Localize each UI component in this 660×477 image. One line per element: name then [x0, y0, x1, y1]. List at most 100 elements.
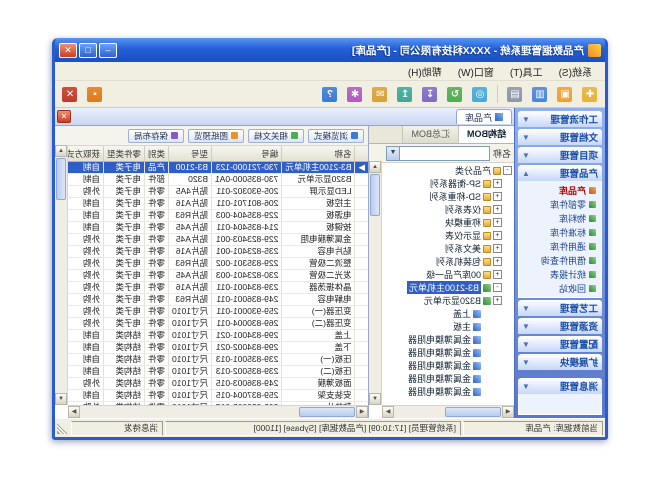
tree-node[interactable]: 金属薄膜电阻器: [383, 359, 512, 372]
resize-grip[interactable]: [57, 422, 69, 434]
tree-node[interactable]: 上盖: [383, 307, 512, 320]
sidebar-group-header-process[interactable]: 工艺管理▼: [518, 300, 602, 316]
tree-node[interactable]: +SD-称重系列: [383, 190, 512, 203]
table-row[interactable]: 整流二极管229-835301-002贴片R63零件电子类外购: [68, 258, 368, 270]
chevron-down-icon[interactable]: ▼: [522, 322, 530, 331]
scroll-up-icon[interactable]: ▲: [55, 145, 67, 157]
bom-tab-1[interactable]: 汇总BOM: [402, 126, 458, 143]
message-button[interactable]: ✉: [369, 83, 391, 105]
sidebar-group-header-config[interactable]: 配置管理▼: [518, 336, 602, 352]
import-button[interactable]: ↧: [419, 83, 441, 105]
expand-icon[interactable]: +: [493, 218, 502, 227]
table-row[interactable]: 晶体振荡器239-834001-011贴片A16零件电子类外购: [68, 282, 368, 294]
chevron-down-icon[interactable]: ▼: [522, 358, 530, 367]
chevron-up-icon[interactable]: ▲: [522, 169, 530, 178]
column-header[interactable]: 型号: [169, 146, 212, 162]
minimize-button[interactable]: –: [99, 43, 117, 58]
expand-icon[interactable]: +: [493, 192, 502, 201]
related-docs-button[interactable]: 相关文档: [248, 129, 304, 143]
tree-node[interactable]: +显示仪表: [383, 229, 512, 242]
scroll-right-icon[interactable]: ▶: [68, 406, 80, 418]
filter-combo[interactable]: ▼: [386, 146, 490, 161]
table-row[interactable]: 下盖299-834002-021尺寸1010零件结构类自制: [68, 342, 368, 354]
tree-node[interactable]: +包装机系列: [383, 255, 512, 268]
print-button[interactable]: ▤: [504, 83, 526, 105]
table-row[interactable]: 电解电容249-836001-011贴片R63零件电子类外购: [68, 294, 368, 306]
scroll-right-icon[interactable]: ▶: [382, 406, 394, 418]
expand-icon[interactable]: +: [493, 270, 502, 279]
table-row[interactable]: 变压器(二)269-830004-011尺寸1010零件电子类外购: [68, 318, 368, 330]
save-button[interactable]: ▥: [529, 83, 551, 105]
close-button[interactable]: ✕: [59, 43, 77, 58]
sidebar-group-header-project[interactable]: 项目管理▼: [518, 147, 602, 163]
settings-button[interactable]: ✱: [344, 83, 366, 105]
scroll-thumb[interactable]: [299, 407, 355, 417]
column-header[interactable]: 获取方式: [68, 146, 104, 162]
sidebar-item-recycle[interactable]: 回收站: [519, 281, 601, 295]
scroll-left-icon[interactable]: ◀: [502, 406, 514, 418]
export-button[interactable]: ↥: [394, 83, 416, 105]
sidebar-item-material-lib[interactable]: 物料库: [519, 211, 601, 225]
menu-tools[interactable]: 工具(T): [503, 63, 550, 80]
column-header[interactable]: 名称: [282, 146, 355, 162]
tree-node[interactable]: 金属薄膜电阻器: [383, 372, 512, 385]
new-button[interactable]: ✚: [579, 83, 601, 105]
chevron-down-icon[interactable]: ▼: [522, 382, 530, 391]
column-header[interactable]: 编号: [211, 146, 281, 162]
table-row[interactable]: B320显示单元730-835000-0A1B320部件电子类自制: [68, 174, 368, 186]
row-state-column-header[interactable]: [355, 146, 368, 162]
table-row[interactable]: 主控板206-801701-011贴片A16零件电子类自制: [68, 198, 368, 210]
tree-node[interactable]: 主板: [383, 320, 512, 333]
scroll-up-icon[interactable]: ▲: [369, 161, 381, 173]
drawing-preview-button[interactable]: 图纸预览: [188, 129, 244, 143]
table-row[interactable]: 压板(一)239-835001-013尺寸1010零件结构类自制: [68, 354, 368, 366]
tree-node[interactable]: -B3-2100主机单元: [383, 281, 512, 294]
tree-node[interactable]: +称重模块: [383, 216, 512, 229]
tree-vertical-scrollbar[interactable]: ▲ ▼: [369, 161, 382, 405]
scroll-thumb[interactable]: [445, 407, 501, 417]
tree-node[interactable]: +SP-衡器系列: [383, 177, 512, 190]
sidebar-group-header-product[interactable]: 产品管理▲: [518, 165, 602, 181]
browse-mode-button[interactable]: 浏览模式: [308, 129, 364, 143]
expand-icon[interactable]: +: [493, 231, 502, 240]
scroll-down-icon[interactable]: ▼: [369, 393, 381, 405]
table-row[interactable]: 贴片电容235-823401-001贴片A16零件电子类外购: [68, 246, 368, 258]
title-bar[interactable]: 产品数据管理系统 - XXXX科技有限公司 - [产品库] – □ ✕: [55, 38, 605, 62]
menu-window[interactable]: 窗口(W): [451, 63, 501, 80]
table-row[interactable]: 电源板229-835404-003贴片R63零件电子类自制: [68, 210, 368, 222]
column-header[interactable]: 零件类型: [104, 146, 145, 162]
chevron-down-icon[interactable]: ▼: [522, 133, 530, 142]
expand-icon[interactable]: +: [493, 296, 502, 305]
chevron-down-icon[interactable]: ▼: [522, 115, 530, 124]
column-header[interactable]: 类别: [145, 146, 169, 162]
scroll-left-icon[interactable]: ◀: [356, 406, 368, 418]
sidebar-item-borrow-query[interactable]: 借用件查询: [519, 253, 601, 267]
chevron-down-icon[interactable]: ▼: [522, 304, 530, 313]
tree-node[interactable]: +00库产品一级: [383, 268, 512, 281]
sidebar-item-common-lib[interactable]: 通用件库: [519, 239, 601, 253]
sidebar-group-header-messages[interactable]: 消息管理▼: [518, 378, 602, 394]
open-folder-button[interactable]: ▣: [554, 83, 576, 105]
table-row[interactable]: LED显示屏205-930302-011贴片4A5零件电子类外购: [68, 186, 368, 198]
expand-icon[interactable]: +: [493, 244, 502, 253]
table-row[interactable]: 安装支架259-837004-015尺寸1010零件结构类自制: [68, 390, 368, 402]
table-row[interactable]: 变压器(一)259-930001-011尺寸1010零件电子类外购: [68, 306, 368, 318]
sidebar-group-header-extension[interactable]: 扩展模块▼: [518, 354, 602, 370]
doc-tab-close-icon[interactable]: ✕: [57, 110, 71, 123]
expand-icon[interactable]: +: [493, 179, 502, 188]
collapse-icon[interactable]: -: [493, 283, 502, 292]
help-button[interactable]: ?: [319, 83, 341, 105]
sidebar-group-header-resource[interactable]: 资源管理▼: [518, 318, 602, 334]
table-row[interactable]: 面板薄膜249-836003-015尺寸1010零件结构类外购: [68, 378, 368, 390]
scroll-thumb[interactable]: [370, 174, 380, 216]
sidebar-group-header-document[interactable]: 文档管理▼: [518, 129, 602, 145]
menu-help[interactable]: 帮助(H): [401, 63, 449, 80]
expand-icon[interactable]: +: [493, 205, 502, 214]
chevron-down-icon[interactable]: ▼: [387, 147, 400, 160]
sidebar-item-product-lib[interactable]: 产品库: [519, 183, 601, 197]
sidebar-group-header-workflow[interactable]: 工作流管理▼: [518, 111, 602, 127]
table-row[interactable]: 发光二极管230-823401-003贴片A45零件电子类外购: [68, 270, 368, 282]
tree-node[interactable]: +美文系列: [383, 242, 512, 255]
doc-tab-product-lib[interactable]: 产品库: [456, 109, 512, 124]
table-row[interactable]: 上盖299-834001-021尺寸1010零件结构类自制: [68, 330, 368, 342]
